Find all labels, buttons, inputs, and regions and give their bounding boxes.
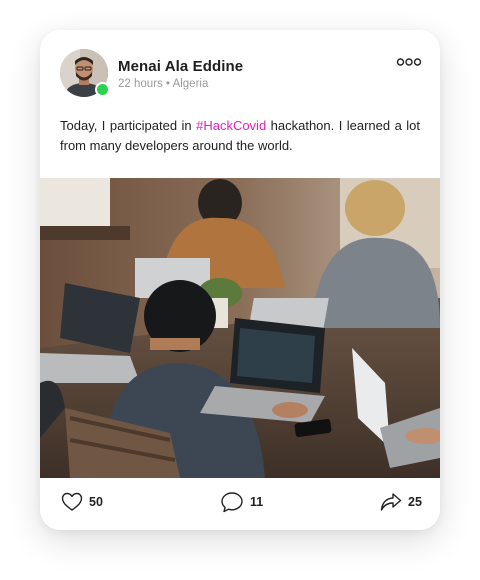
hashtag-link[interactable]: #HackCovid — [196, 118, 266, 133]
post-header: Menai Ala Eddine 22 hours • Algeria — [40, 30, 440, 108]
share-count: 25 — [408, 495, 422, 509]
share-arrow-icon — [380, 493, 402, 511]
online-status-dot — [95, 82, 110, 97]
avatar[interactable] — [60, 49, 110, 97]
heart-icon — [61, 492, 83, 511]
post-location: Algeria — [172, 78, 209, 90]
photo-of-developers-at-table-icon — [40, 178, 440, 478]
post-text-start: Today, I participated in — [60, 118, 197, 133]
like-button[interactable]: 50 — [61, 490, 103, 514]
comment-button[interactable]: 11 — [220, 490, 263, 514]
post-actions: 50 11 25 — [40, 478, 440, 530]
post-time: 22 hours — [118, 78, 163, 90]
author-name[interactable]: Menai Ala Eddine — [118, 58, 243, 75]
more-options-button[interactable] — [396, 55, 422, 67]
post-card: Menai Ala Eddine 22 hours • Algeria Toda… — [40, 30, 440, 530]
post-meta: 22 hours • Algeria — [118, 78, 209, 90]
like-count: 50 — [89, 495, 103, 509]
share-button[interactable]: 25 — [380, 490, 422, 514]
post-text: Today, I participated in #HackCovid hack… — [60, 116, 420, 156]
comment-bubble-icon — [221, 492, 243, 513]
comment-count: 11 — [250, 495, 264, 509]
post-photo[interactable] — [40, 178, 440, 478]
more-horizontal-icon — [396, 58, 422, 66]
